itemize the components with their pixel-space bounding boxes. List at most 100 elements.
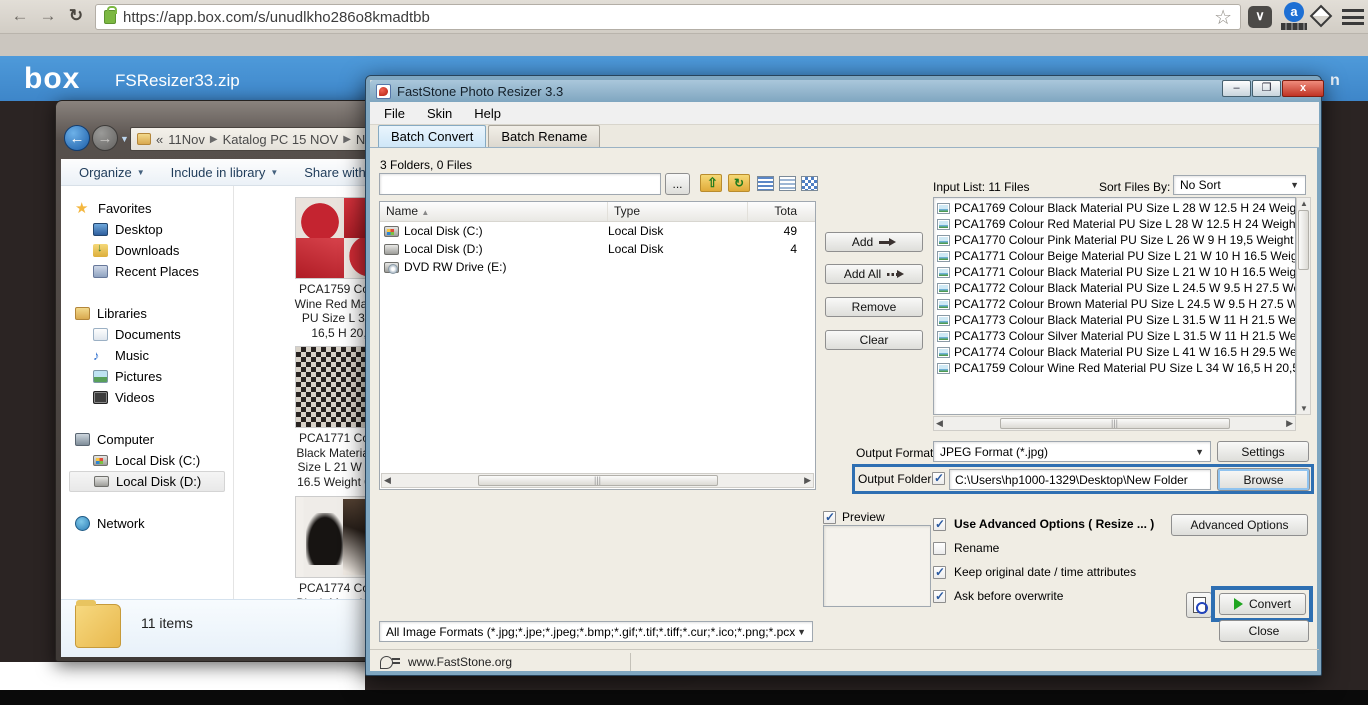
browse-button[interactable]: Browse (1217, 468, 1310, 491)
table-row[interactable]: Local Disk (D:) Local Disk 4 (380, 240, 815, 258)
pocket-extension-icon[interactable]: ∨ (1248, 6, 1272, 28)
add-all-button[interactable]: Add All (825, 264, 923, 284)
breadcrumb-item[interactable]: Katalog PC 15 NOV (223, 132, 339, 147)
add-button[interactable]: Add (825, 232, 923, 252)
sort-dropdown[interactable]: No Sort▼ (1173, 175, 1306, 195)
sidebar-item-documents[interactable]: Documents (61, 324, 233, 345)
settings-button[interactable]: Settings (1217, 441, 1309, 462)
vertical-scrollbar[interactable] (1296, 197, 1311, 415)
option-checkbox[interactable] (933, 590, 946, 603)
input-file-row[interactable]: PCA1774 Colour Black Material PU Size L … (934, 344, 1295, 360)
output-folder-checkbox[interactable] (932, 472, 945, 485)
bookmark-star-icon[interactable]: ☆ (1214, 5, 1232, 30)
refresh-folder-icon[interactable] (728, 174, 750, 192)
sidebar-item-computer[interactable]: Computer (61, 429, 233, 450)
browser-reload-button[interactable]: ↻ (64, 5, 88, 29)
sidebar-item-favorites[interactable]: ★Favorites (61, 198, 233, 219)
convert-button[interactable]: Convert (1219, 593, 1306, 615)
preview-toggle[interactable]: Preview (823, 510, 885, 524)
explorer-history-dropdown-icon[interactable]: ▼ (120, 134, 129, 144)
folder-up-icon[interactable] (700, 174, 722, 192)
close-window-button[interactable]: x (1282, 80, 1324, 97)
input-file-row[interactable]: PCA1769 Colour Red Material PU Size L 28… (934, 216, 1295, 232)
table-row[interactable]: Local Disk (C:) Local Disk 49 (380, 222, 815, 240)
browser-menu-icon[interactable] (1342, 9, 1364, 25)
option-checkbox[interactable] (933, 566, 946, 579)
extension-diamond-icon[interactable] (1310, 5, 1333, 28)
column-total[interactable]: Tota (748, 202, 803, 221)
scrollbar-thumb[interactable] (478, 475, 718, 486)
input-file-row[interactable]: PCA1773 Colour Black Material PU Size L … (934, 312, 1295, 328)
table-header[interactable]: Name ▲ Type Tota (380, 202, 815, 222)
menu-help[interactable]: Help (474, 106, 501, 121)
option-row[interactable]: Rename (933, 540, 1263, 556)
output-folder-input[interactable]: C:\Users\hp1000-1329\Desktop\New Folder (949, 469, 1211, 490)
scroll-left-arrow[interactable]: ◀ (936, 418, 943, 429)
horizontal-scrollbar[interactable]: ◀ ▶ (381, 473, 814, 488)
scroll-right-arrow[interactable]: ▶ (1286, 418, 1293, 429)
tab-batch-rename[interactable]: Batch Rename (488, 125, 600, 147)
menu-skin[interactable]: Skin (427, 106, 452, 121)
menu-file[interactable]: File (384, 106, 405, 121)
sidebar-item-local-disk-c[interactable]: Local Disk (C:) (61, 450, 233, 471)
sidebar-item-pictures[interactable]: Pictures (61, 366, 233, 387)
sidebar-item-videos[interactable]: Videos (61, 387, 233, 408)
sidebar-item-local-disk-d[interactable]: Local Disk (D:) (69, 471, 225, 492)
maximize-button[interactable]: ❐ (1252, 80, 1281, 97)
input-file-row[interactable]: PCA1772 Colour Brown Material PU Size L … (934, 296, 1295, 312)
scrollbar-thumb[interactable] (1000, 418, 1230, 429)
sidebar-item-desktop[interactable]: Desktop (61, 219, 233, 240)
input-file-row[interactable]: PCA1771 Colour Black Material PU Size L … (934, 264, 1295, 280)
scroll-left-arrow[interactable]: ◀ (384, 475, 391, 486)
sidebar-item-downloads[interactable]: Downloads (61, 240, 233, 261)
breadcrumb-overflow-chevron[interactable]: « (156, 132, 163, 147)
column-type[interactable]: Type (608, 202, 748, 221)
include-in-library-menu[interactable]: Include in library▼ (171, 165, 279, 180)
sidebar-item-music[interactable]: ♪Music (61, 345, 233, 366)
input-file-row[interactable]: PCA1759 Colour Wine Red Material PU Size… (934, 360, 1295, 376)
sidebar-item-network[interactable]: Network (61, 513, 233, 534)
minimize-button[interactable]: – (1222, 80, 1251, 97)
clear-button[interactable]: Clear (825, 330, 923, 350)
box-logo[interactable]: box (24, 62, 80, 96)
close-button[interactable]: Close (1219, 620, 1309, 642)
preview-magnifier-button[interactable] (1186, 592, 1212, 618)
input-file-row[interactable]: PCA1772 Colour Black Material PU Size L … (934, 280, 1295, 296)
option-checkbox[interactable] (933, 542, 946, 555)
input-file-row[interactable]: PCA1773 Colour Silver Material PU Size L… (934, 328, 1295, 344)
extension-a-icon[interactable]: a (1281, 2, 1307, 30)
breadcrumb-item[interactable]: 11Nov (168, 132, 205, 147)
sidebar-item-recent-places[interactable]: Recent Places (61, 261, 233, 282)
browser-forward-button[interactable]: → (36, 5, 60, 29)
path-input[interactable] (379, 173, 661, 195)
url-text[interactable]: https://app.box.com/s/unudlkho286o8kmadt… (123, 9, 430, 26)
details-view-icon[interactable] (757, 176, 774, 191)
explorer-forward-button[interactable]: → (92, 125, 118, 151)
output-format-dropdown[interactable]: JPEG Format (*.jpg)▼ (933, 441, 1211, 462)
scroll-right-arrow[interactable]: ▶ (804, 475, 811, 486)
input-file-list[interactable]: PCA1769 Colour Black Material PU Size L … (933, 197, 1296, 415)
horizontal-scrollbar[interactable]: ◀ ▶ (933, 416, 1296, 431)
input-file-row[interactable]: PCA1769 Colour Black Material PU Size L … (934, 200, 1295, 216)
faststone-title-bar[interactable]: FastStone Photo Resizer 3.3 (370, 80, 1319, 102)
explorer-back-button[interactable]: ← (64, 125, 90, 151)
address-bar[interactable]: https://app.box.com/s/unudlkho286o8kmadt… (95, 4, 1241, 30)
option-checkbox[interactable] (933, 518, 946, 531)
list-view-icon[interactable] (779, 176, 796, 191)
organize-menu[interactable]: Organize▼ (79, 165, 145, 180)
remove-button[interactable]: Remove (825, 297, 923, 317)
input-file-row[interactable]: PCA1770 Colour Pink Material PU Size L 2… (934, 232, 1295, 248)
column-name[interactable]: Name ▲ (380, 202, 608, 221)
input-file-row[interactable]: PCA1771 Colour Beige Material PU Size L … (934, 248, 1295, 264)
browser-back-button[interactable]: ← (8, 5, 32, 29)
advanced-options-button[interactable]: Advanced Options (1171, 514, 1308, 536)
table-row[interactable]: DVD RW Drive (E:) (380, 258, 815, 276)
preview-checkbox[interactable] (823, 511, 836, 524)
option-row[interactable]: Keep original date / time attributes (933, 564, 1263, 580)
faststone-url[interactable]: www.FastStone.org (408, 655, 512, 669)
scrollbar-thumb[interactable] (1298, 210, 1309, 270)
browse-dots-button[interactable]: ... (665, 173, 690, 195)
sidebar-item-libraries[interactable]: Libraries (61, 303, 233, 324)
thumbnail-view-icon[interactable] (801, 176, 818, 191)
format-filter-dropdown[interactable]: All Image Formats (*.jpg;*.jpe;*.jpeg;*.… (379, 621, 813, 642)
